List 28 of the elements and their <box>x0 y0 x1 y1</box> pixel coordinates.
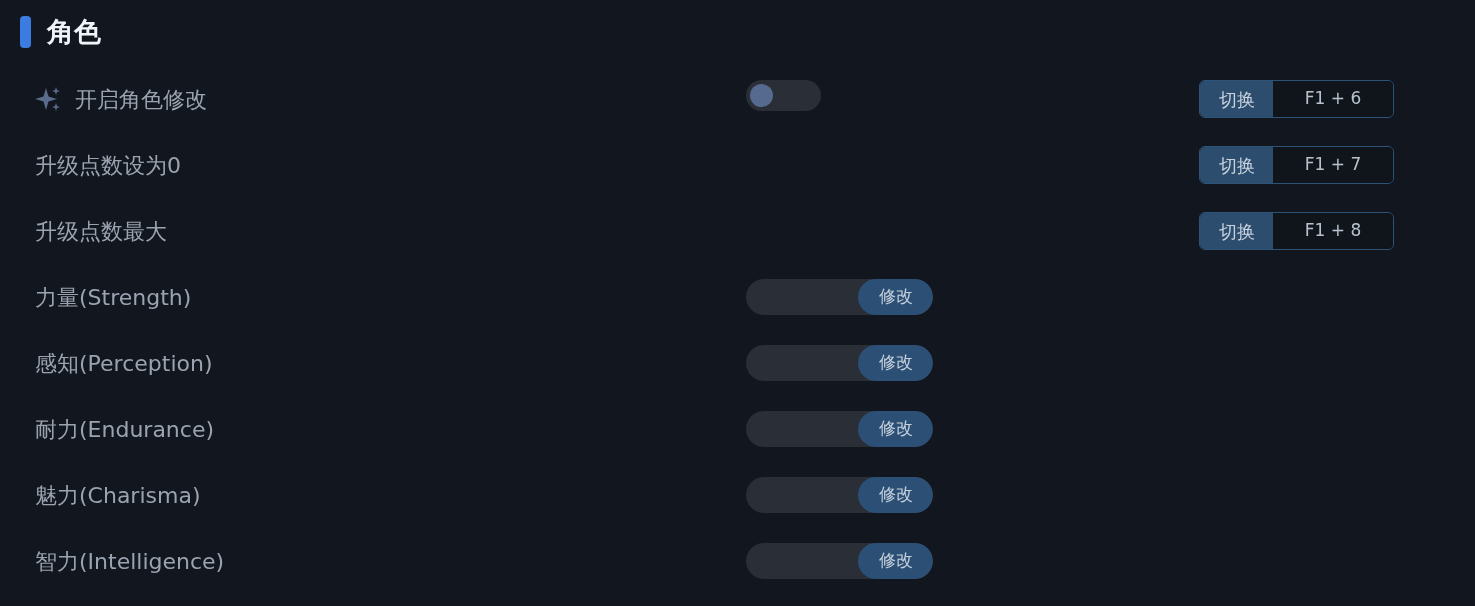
hotkey-action-button[interactable]: 切换 <box>1200 81 1273 117</box>
hotkey-field[interactable]: 切换 F1 + 8 <box>1199 212 1394 250</box>
row-label: 感知(Perception) <box>35 349 213 378</box>
section-title: 角色 <box>47 15 101 49</box>
value-field[interactable]: 修改 <box>746 477 933 513</box>
row-label: 魅力(Charisma) <box>35 481 201 510</box>
modify-button[interactable]: 修改 <box>858 345 933 381</box>
modify-button[interactable]: 修改 <box>858 279 933 315</box>
row-label: 力量(Strength) <box>35 283 192 312</box>
hotkey-field[interactable]: 切换 F1 + 7 <box>1199 146 1394 184</box>
row-label: 耐力(Endurance) <box>35 415 215 444</box>
value-field[interactable]: 修改 <box>746 345 933 381</box>
row-label: 开启角色修改 <box>75 85 207 114</box>
row-label: 升级点数设为0 <box>35 151 181 180</box>
value-field[interactable]: 修改 <box>746 411 933 447</box>
modify-button[interactable]: 修改 <box>858 411 933 447</box>
sparkle-icon <box>35 86 61 112</box>
modify-button[interactable]: 修改 <box>858 543 933 579</box>
title-accent-bar <box>20 16 31 48</box>
row-label: 智力(Intelligence) <box>35 547 225 576</box>
hotkey-action-button[interactable]: 切换 <box>1200 213 1273 249</box>
row-label: 升级点数最大 <box>35 217 167 246</box>
hotkey-action-button[interactable]: 切换 <box>1200 147 1273 183</box>
hotkey-field[interactable]: 切换 F1 + 6 <box>1199 80 1394 118</box>
value-field[interactable]: 修改 <box>746 279 933 315</box>
toggle-switch[interactable] <box>746 80 821 111</box>
value-field[interactable]: 修改 <box>746 543 933 579</box>
modify-button[interactable]: 修改 <box>858 477 933 513</box>
